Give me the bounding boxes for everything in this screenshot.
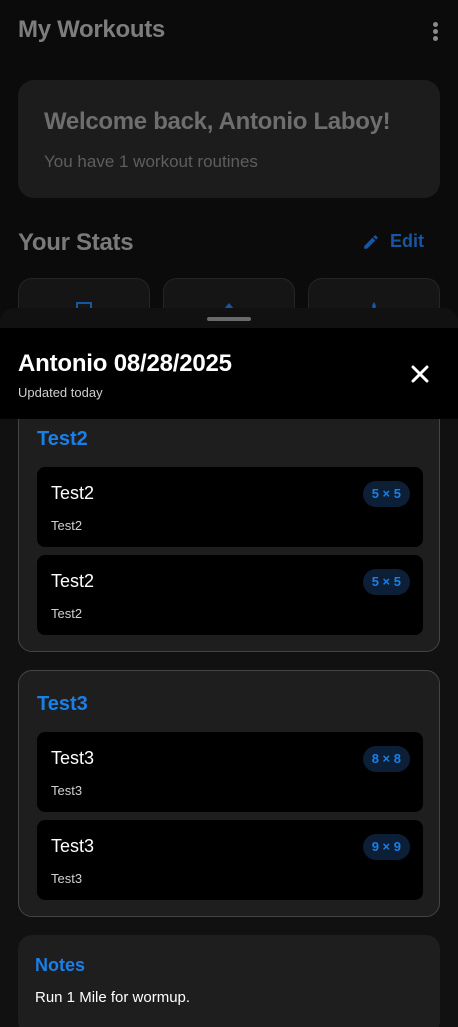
sheet-content[interactable]: Test2 Test2 Test2 5 × 5 Test2 Test2 5 × … xyxy=(0,419,458,1027)
exercise-name: Test2 xyxy=(51,571,95,591)
sheet-header: Antonio 08/28/2025 Updated today xyxy=(0,328,458,419)
edit-stats-button[interactable]: Edit xyxy=(362,231,424,252)
edit-label: Edit xyxy=(390,231,424,251)
welcome-subtitle: You have 1 workout routines xyxy=(44,152,258,171)
more-options-icon[interactable] xyxy=(432,22,438,44)
welcome-card: Welcome back, Antonio Laboy! You have 1 … xyxy=(18,80,440,198)
exercise-name: Test2 xyxy=(51,483,95,503)
exercise-item[interactable]: Test3 Test3 8 × 8 xyxy=(37,732,423,812)
exercise-note: Test2 xyxy=(51,606,83,621)
exercise-note: Test2 xyxy=(51,518,83,533)
exercise-item[interactable]: Test3 Test3 9 × 9 xyxy=(37,820,423,900)
exercise-name: Test3 xyxy=(51,836,95,856)
routine-name: Test2 xyxy=(37,428,88,450)
sets-reps-badge: 5 × 5 xyxy=(362,569,410,595)
pencil-icon xyxy=(364,234,378,249)
sheet-title: Antonio 08/28/2025 xyxy=(18,350,232,377)
exercise-item[interactable]: Test2 Test2 5 × 5 xyxy=(37,467,423,547)
routine-card[interactable]: Test3 Test3 Test3 8 × 8 Test3 Test3 9 × … xyxy=(18,670,440,917)
sheet-subtitle: Updated today xyxy=(18,385,103,400)
close-icon xyxy=(411,365,429,383)
notes-text: Run 1 Mile for wormup. xyxy=(35,989,191,1006)
drag-handle[interactable] xyxy=(207,317,251,321)
routine-card[interactable]: Test2 Test2 Test2 5 × 5 Test2 Test2 5 × … xyxy=(18,419,440,652)
notes-title: Notes xyxy=(35,955,86,975)
sets-reps-badge: 5 × 5 xyxy=(362,481,410,507)
background-screen: My Workouts Welcome back, Antonio Laboy!… xyxy=(0,0,458,338)
page-title: My Workouts xyxy=(18,16,165,43)
welcome-title: Welcome back, Antonio Laboy! xyxy=(44,108,391,135)
exercise-name: Test3 xyxy=(51,748,95,768)
close-button[interactable] xyxy=(408,362,432,386)
exercise-item[interactable]: Test2 Test2 5 × 5 xyxy=(37,555,423,635)
notes-card: Notes Run 1 Mile for wormup. xyxy=(18,935,440,1027)
exercise-note: Test3 xyxy=(51,871,83,886)
exercise-note: Test3 xyxy=(51,783,83,798)
sets-reps-badge: 8 × 8 xyxy=(362,746,410,772)
stats-heading: Your Stats xyxy=(18,229,134,256)
app-bar: My Workouts xyxy=(18,16,448,48)
routine-name: Test3 xyxy=(37,693,88,715)
routine-detail-sheet: Antonio 08/28/2025 Updated today Test2 T… xyxy=(0,308,458,1027)
sets-reps-badge: 9 × 9 xyxy=(362,834,410,860)
